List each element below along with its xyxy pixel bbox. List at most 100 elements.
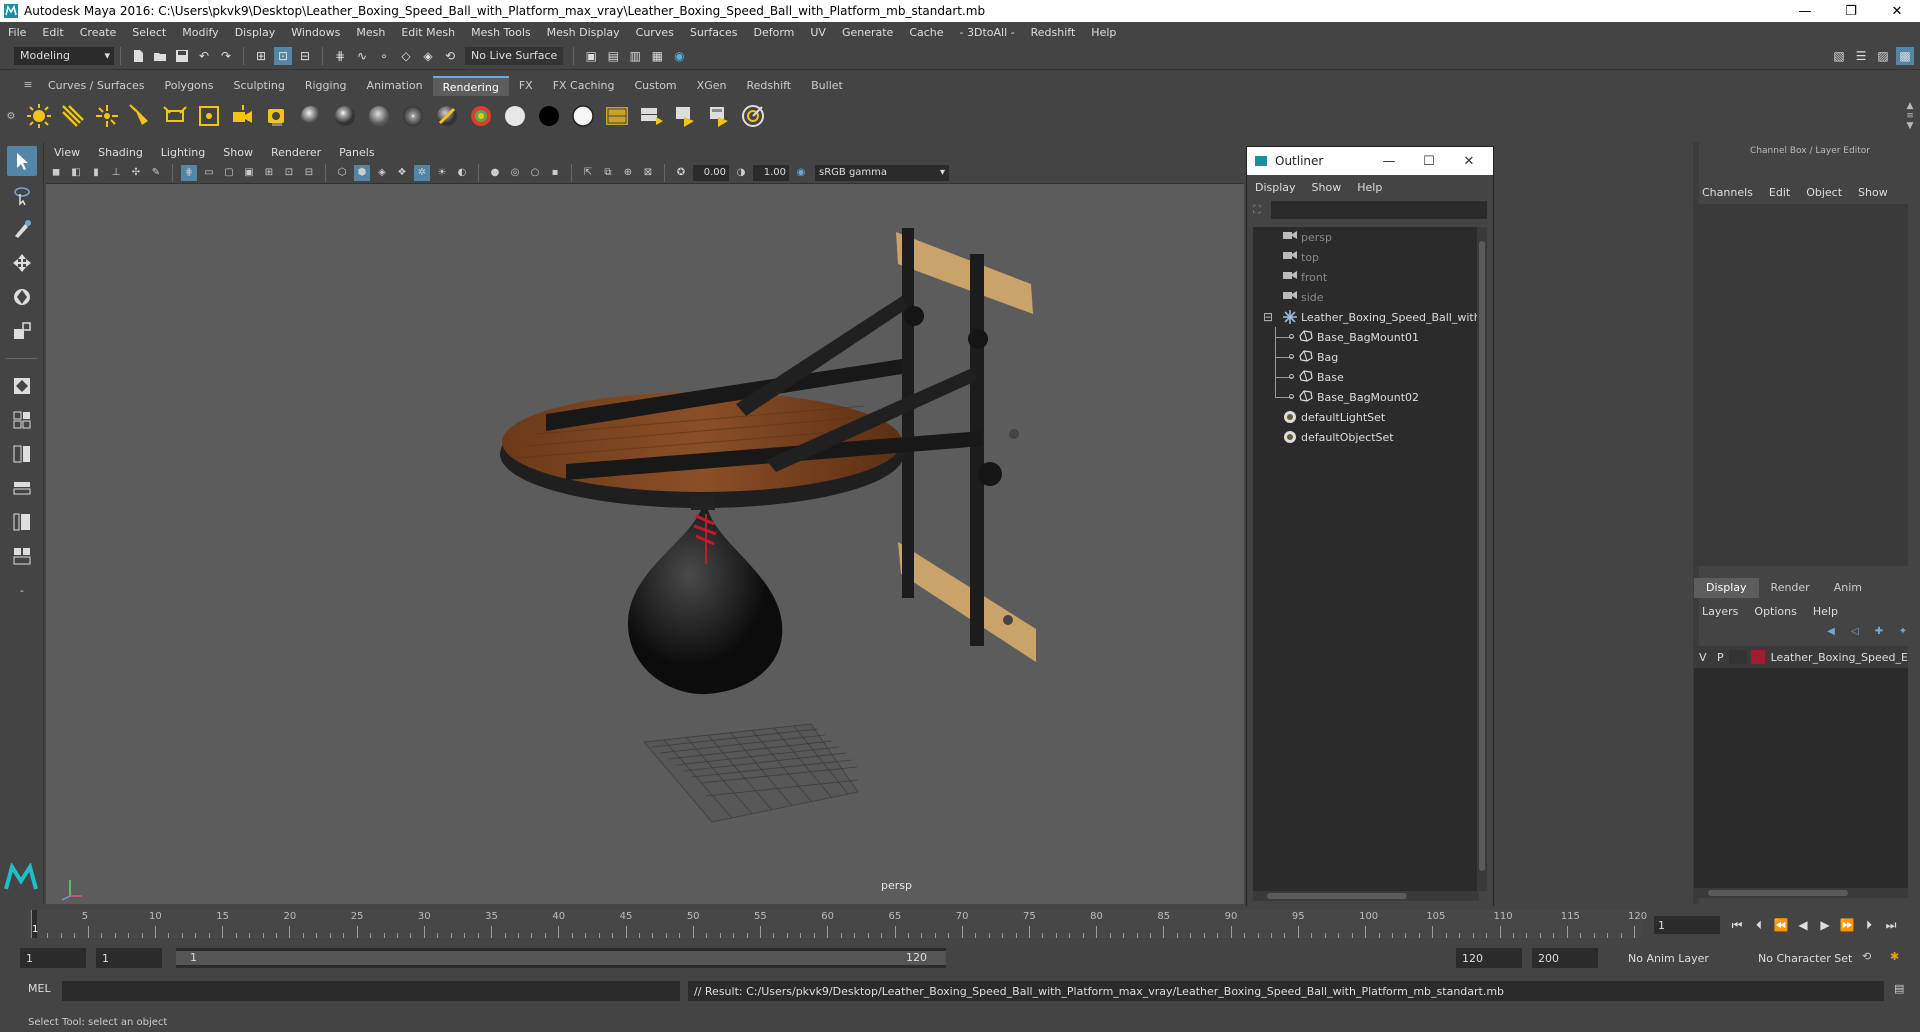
menu-generate[interactable]: Generate [834, 26, 901, 39]
command-language-label[interactable]: MEL [28, 982, 51, 995]
outliner-item[interactable]: Base [1253, 367, 1479, 387]
gate-mask-icon[interactable]: ▣ [241, 165, 257, 181]
redo-icon[interactable]: ↷ [217, 47, 235, 65]
outliner-menu-display[interactable]: Display [1247, 181, 1304, 194]
close-button[interactable]: ✕ [1874, 0, 1920, 22]
script-editor-icon[interactable]: ▤ [1894, 982, 1904, 995]
menu-windows[interactable]: Windows [283, 26, 348, 39]
outliner-menu-help[interactable]: Help [1349, 181, 1390, 194]
resolution-gate-icon[interactable]: ▢ [221, 165, 237, 181]
layered-shader-icon[interactable] [432, 101, 462, 131]
outliner-title-bar[interactable]: Outliner — ☐ ✕ [1247, 147, 1493, 175]
rotate-tool-icon[interactable] [7, 282, 37, 312]
menu-3dtoall[interactable]: - 3DtoAll - [952, 26, 1023, 39]
smooth-shade-icon[interactable]: ⬢ [354, 164, 370, 181]
minimize-button[interactable]: — [1782, 0, 1828, 22]
textured-icon[interactable]: ❖ [394, 165, 410, 181]
perspective-viewport[interactable]: persp [46, 184, 1244, 904]
outliner-item[interactable]: persp [1253, 227, 1479, 247]
channel-box-menu-edit[interactable]: Edit [1761, 186, 1798, 199]
outliner-item[interactable]: defaultLightSet [1253, 407, 1479, 427]
time-slider-track[interactable]: 5 10 15 20 25 30 35 40 45 50 55 60 65 70 75 80 85 90 95 100… [28, 910, 1647, 938]
ramp-shader-icon[interactable] [466, 101, 496, 131]
color-management-icon[interactable]: ◉ [793, 165, 809, 181]
maximize-button[interactable]: ❐ [1828, 0, 1874, 22]
layer-menu-help[interactable]: Help [1805, 605, 1846, 618]
shelf-tab-xgen[interactable]: XGen [687, 76, 737, 96]
menu-mesh[interactable]: Mesh [348, 26, 393, 39]
outliner-item[interactable]: Bag [1253, 347, 1479, 367]
current-frame-field[interactable]: 1 [1654, 916, 1720, 934]
film-gate-icon[interactable]: ▭ [201, 165, 217, 181]
outliner-item[interactable]: Base_BagMount01 [1253, 327, 1479, 347]
go-to-end-icon[interactable]: ⏭ [1880, 916, 1902, 934]
point-light-icon[interactable] [92, 101, 122, 131]
menu-uv[interactable]: UV [802, 26, 834, 39]
menu-select[interactable]: Select [124, 26, 174, 39]
gamma-icon[interactable]: ◑ [733, 165, 749, 181]
shading-map-icon[interactable] [568, 101, 598, 131]
command-input[interactable] [62, 981, 680, 1001]
directional-light-icon[interactable] [58, 101, 88, 131]
layer-color-swatch[interactable] [1750, 650, 1765, 664]
shelf-tab-rendering[interactable]: Rendering [432, 76, 509, 96]
move-layer-up-icon[interactable]: ◀ [1822, 626, 1840, 640]
select-by-object-icon[interactable]: ⊡ [274, 46, 292, 65]
menu-cache[interactable]: Cache [901, 26, 951, 39]
new-empty-layer-icon[interactable]: ✚ [1870, 626, 1888, 640]
viewport-menu-panels[interactable]: Panels [331, 146, 384, 159]
step-back-frame-icon[interactable]: ⏴ [1748, 916, 1770, 934]
menu-set-selector[interactable]: Modeling ▾ [14, 46, 114, 65]
playback-start-field[interactable]: 1 [96, 948, 162, 968]
exposure-field[interactable]: 0.00 [693, 164, 729, 181]
layer-menu-options[interactable]: Options [1746, 605, 1804, 618]
area-light-icon[interactable] [160, 101, 190, 131]
shelf-tab-animation[interactable]: Animation [357, 76, 433, 96]
start-time-field[interactable]: 1 [20, 948, 86, 968]
channel-box-toggle-icon[interactable]: ▩ [1896, 46, 1914, 65]
layer-row[interactable]: V P Leather_Boxing_Speed_E [1694, 646, 1908, 668]
render-current-frame-icon[interactable] [636, 101, 666, 131]
render-sequence-icon[interactable] [704, 101, 734, 131]
viewport-menu-shading[interactable]: Shading [90, 146, 153, 159]
auto-key-icon[interactable]: ⟲ [1862, 950, 1871, 963]
viewport-menu-view[interactable]: View [46, 146, 90, 159]
move-layer-down-icon[interactable]: ◁ [1846, 626, 1864, 640]
menu-curves[interactable]: Curves [628, 26, 682, 39]
four-view-layout-icon[interactable] [7, 439, 37, 469]
menu-deform[interactable]: Deform [745, 26, 802, 39]
character-set-dropdown[interactable]: No Character Set [1752, 948, 1872, 968]
isolate-select-icon[interactable]: ▪ [547, 165, 563, 181]
ambient-light-icon[interactable] [24, 101, 54, 131]
layer-tab-render[interactable]: Render [1759, 578, 1822, 598]
hypershade-shelf-icon[interactable] [738, 101, 768, 131]
outliner-horizontal-scrollbar[interactable] [1253, 891, 1479, 901]
xray-joints-icon[interactable]: ⊕ [620, 165, 636, 181]
snap-curve-icon[interactable]: ∿ [353, 47, 371, 65]
xray-icon[interactable]: ⇱ [580, 165, 596, 181]
lambert-material-icon[interactable] [296, 101, 326, 131]
shelf-menu-icon[interactable]: ≡ [18, 72, 38, 96]
ipr-render-shelf-icon[interactable] [670, 101, 700, 131]
menu-mesh-display[interactable]: Mesh Display [539, 26, 628, 39]
field-chart-icon[interactable]: ⊞ [261, 165, 277, 181]
outliner-close-button[interactable]: ✕ [1449, 147, 1489, 175]
layer-tab-anim[interactable]: Anim [1822, 578, 1874, 598]
live-surface-field[interactable]: No Live Surface [465, 46, 564, 65]
animation-prefs-icon[interactable]: ✱ [1890, 950, 1899, 963]
channel-box-area[interactable] [1694, 204, 1908, 566]
shelf-tab-curves-surfaces[interactable]: Curves / Surfaces [38, 76, 155, 96]
snap-grid-icon[interactable]: ⋕ [331, 47, 349, 65]
image-plane-icon[interactable]: ⊥ [108, 165, 124, 181]
backface-icon[interactable]: ⊠ [640, 165, 656, 181]
render-view-shelf-icon[interactable] [602, 101, 632, 131]
undo-icon[interactable]: ↶ [195, 47, 213, 65]
scale-tool-icon[interactable] [7, 316, 37, 346]
outliner-minimize-button[interactable]: — [1369, 147, 1409, 175]
phong-material-icon[interactable] [364, 101, 394, 131]
menu-edit-mesh[interactable]: Edit Mesh [393, 26, 463, 39]
menu-modify[interactable]: Modify [174, 26, 226, 39]
layer-horizontal-scrollbar[interactable] [1694, 888, 1908, 898]
outliner-menu-show[interactable]: Show [1304, 181, 1350, 194]
screen-space-ao-icon[interactable]: ◐ [454, 165, 470, 181]
